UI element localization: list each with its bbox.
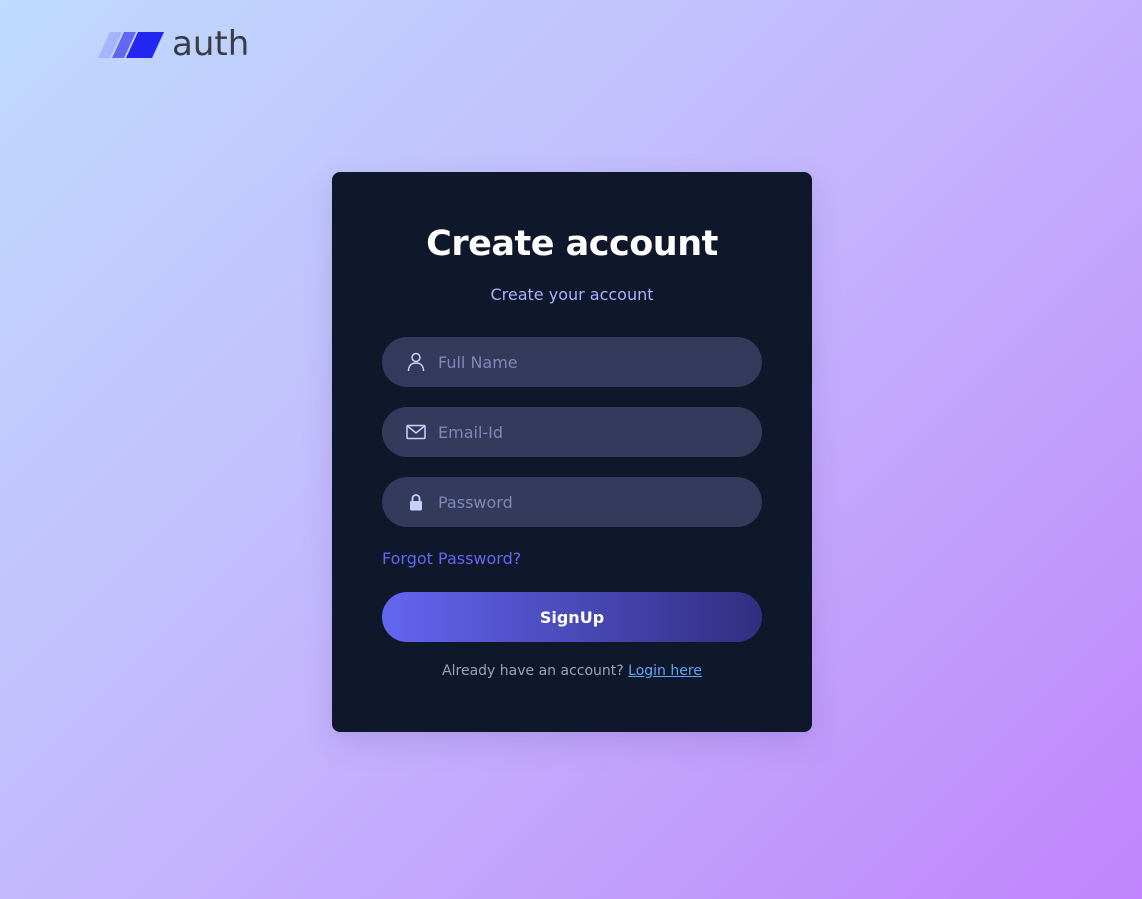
- password-input[interactable]: [438, 492, 738, 512]
- page-title: Create account: [426, 224, 718, 264]
- full-name-field[interactable]: [382, 337, 762, 387]
- forgot-password-link[interactable]: Forgot Password?: [382, 549, 521, 568]
- password-field[interactable]: [382, 477, 762, 527]
- login-prompt-line: Already have an account? Login here: [332, 663, 812, 679]
- login-prompt-text: Already have an account?: [442, 663, 624, 679]
- lock-icon: [406, 492, 426, 512]
- signup-button[interactable]: SignUp: [382, 592, 762, 642]
- brand-name: auth: [172, 24, 250, 64]
- login-link[interactable]: Login here: [628, 663, 702, 679]
- person-icon: [406, 352, 426, 372]
- full-name-input[interactable]: [438, 352, 738, 372]
- logo-stripes-icon: [98, 32, 164, 58]
- page-subtitle: Create your account: [490, 285, 654, 304]
- signup-card: Create account Create your account Full …: [332, 172, 812, 732]
- email-field[interactable]: [382, 407, 762, 457]
- email-input[interactable]: [438, 422, 738, 442]
- mail-icon: [406, 422, 426, 442]
- brand-logo[interactable]: auth: [98, 24, 250, 64]
